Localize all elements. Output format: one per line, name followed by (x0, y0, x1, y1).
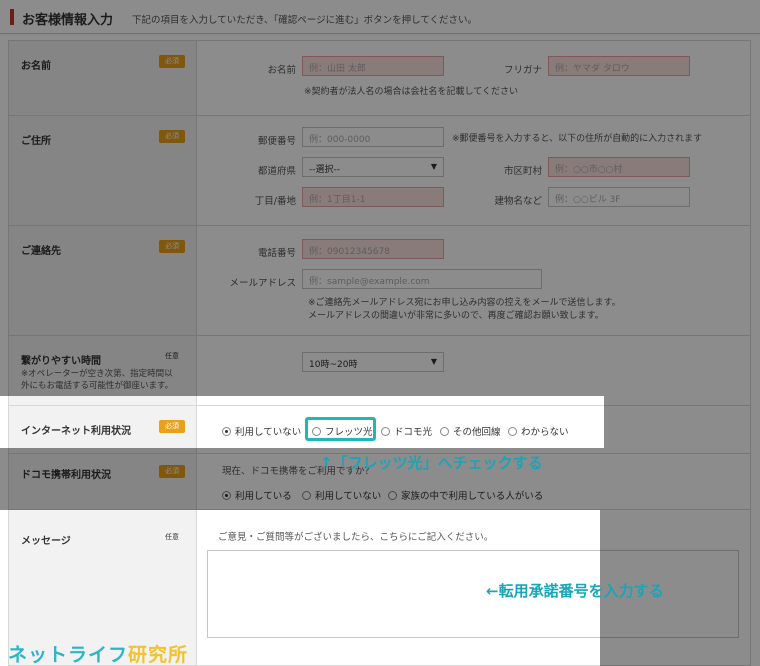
message-intro: ご意見・ご質問等がございましたら、こちらにご記入ください。 (218, 532, 494, 543)
approval-instruction: ←転用承諾番号を入力する (486, 582, 664, 600)
contact-row-label: ご連絡先 必須 (9, 226, 197, 335)
postal-label: 郵便番号 (257, 136, 296, 147)
name-row: お名前 必須 (8, 40, 751, 116)
header-accent-bar (10, 9, 14, 25)
prefecture-select[interactable]: --選択-- ▼ (302, 157, 444, 177)
city-label: 市区町村 (503, 166, 542, 177)
docomo-option-yes[interactable]: 利用している (222, 488, 292, 502)
optional-badge: 任意 (165, 352, 179, 360)
required-badge: 必須 (159, 130, 185, 143)
docomo-option-family[interactable]: 家族の中で利用している人がいる (388, 488, 543, 502)
docomo-row-label: ドコモ携帯利用状況 必須 (9, 454, 197, 509)
email-input[interactable]: 例：sample@example.com (302, 269, 542, 289)
internet-option-other[interactable]: その他回線 (440, 424, 501, 438)
postal-note: ※郵便番号を入力すると、以下の住所が自動的に入力されます (452, 134, 703, 144)
optional-badge: 任意 (165, 533, 179, 541)
flets-instruction: ↑「フレッツ光」へチェックする (320, 454, 543, 472)
page-title: お客様情報入力 (22, 13, 114, 28)
logo-part1: ネットライフ (8, 644, 129, 666)
radio-icon (388, 491, 397, 500)
prefecture-value: --選択-- (309, 165, 340, 175)
phone-input[interactable]: 例：09012345678 (302, 239, 444, 259)
street-label: 丁目/番地 (254, 196, 296, 207)
time-row-title: 繋がりやすい時間 (21, 356, 101, 367)
internet-option-docomo[interactable]: ドコモ光 (381, 424, 432, 438)
address-row-label: ご住所 必須 (9, 116, 197, 225)
time-note-line2: 外にもお電話する可能性が御座います。 (21, 381, 174, 391)
email-label: メールアドレス (229, 278, 296, 289)
postal-input[interactable]: 例：000-0000 (302, 127, 444, 147)
radio-icon (440, 427, 449, 436)
logo-part2: 研究所 (128, 644, 189, 666)
city-input[interactable]: 例：○○市○○村 (548, 157, 690, 177)
radio-icon (381, 427, 390, 436)
docomo-option-no[interactable]: 利用していない (302, 488, 381, 502)
kana-field-label: フリガナ (503, 65, 542, 76)
message-row-title: メッセージ (21, 536, 71, 547)
internet-option-none[interactable]: 利用していない (222, 424, 301, 438)
radio-icon (302, 491, 311, 500)
dropdown-arrow-icon: ▼ (430, 162, 437, 171)
phone-label: 電話番号 (257, 248, 296, 259)
flets-highlight-box (305, 417, 376, 441)
page-subtitle: 下記の項目を入力していただき、「確認ページに進む」ボタンを押してください。 (132, 15, 478, 26)
required-badge: 必須 (159, 240, 185, 253)
email-note-line2: メールアドレスの間違いが非常に多いので、再度ご確認お願い致します。 (308, 311, 604, 321)
docomo-row-title: ドコモ携帯利用状況 (21, 470, 111, 481)
time-row-label: 繋がりやすい時間 任意 ※オペレーターが空き次第、指定時間以 外にもお電話する可… (9, 336, 197, 405)
time-select[interactable]: 10時~20時 ▼ (302, 352, 444, 372)
required-badge: 必須 (159, 55, 185, 68)
internet-option-unknown[interactable]: わからない (508, 424, 569, 438)
internet-row: インターネット利用状況 必須 (8, 406, 751, 454)
internet-row-title: インターネット利用状況 (21, 426, 131, 437)
required-badge: 必須 (159, 465, 185, 478)
name-input[interactable]: 例：山田 太郎 (302, 56, 444, 76)
building-label: 建物名など (494, 196, 542, 207)
required-badge: 必須 (159, 420, 185, 433)
radio-icon (508, 427, 517, 436)
street-input[interactable]: 例：1丁目1-1 (302, 187, 444, 207)
email-note-line1: ※ご連絡先メールアドレス宛にお申し込み内容の控えをメールで送信します。 (308, 298, 621, 308)
prefecture-label: 都道府県 (257, 166, 296, 177)
time-value: 10時~20時 (309, 360, 358, 370)
dropdown-arrow-icon: ▼ (430, 357, 437, 366)
name-row-label: お名前 必須 (9, 41, 197, 115)
form-page: お客様情報入力 下記の項目を入力していただき、「確認ページに進む」ボタンを押して… (0, 0, 760, 666)
radio-checked-icon (222, 491, 231, 500)
name-row-title: お名前 (21, 61, 51, 72)
name-field-label: お名前 (267, 65, 296, 76)
name-note: ※契約者が法人名の場合は会社名を記載してください (304, 87, 519, 97)
radio-checked-icon (222, 427, 231, 436)
building-input[interactable]: 例：○○ビル 3F (548, 187, 690, 207)
kana-input[interactable]: 例：ヤマダ タロウ (548, 56, 690, 76)
site-logo: ネットライフ研究所 (8, 640, 188, 666)
internet-row-label: インターネット利用状況 必須 (9, 406, 197, 453)
address-row-title: ご住所 (21, 136, 51, 147)
contact-row-title: ご連絡先 (21, 246, 61, 257)
form-header: お客様情報入力 下記の項目を入力していただき、「確認ページに進む」ボタンを押して… (0, 0, 760, 34)
